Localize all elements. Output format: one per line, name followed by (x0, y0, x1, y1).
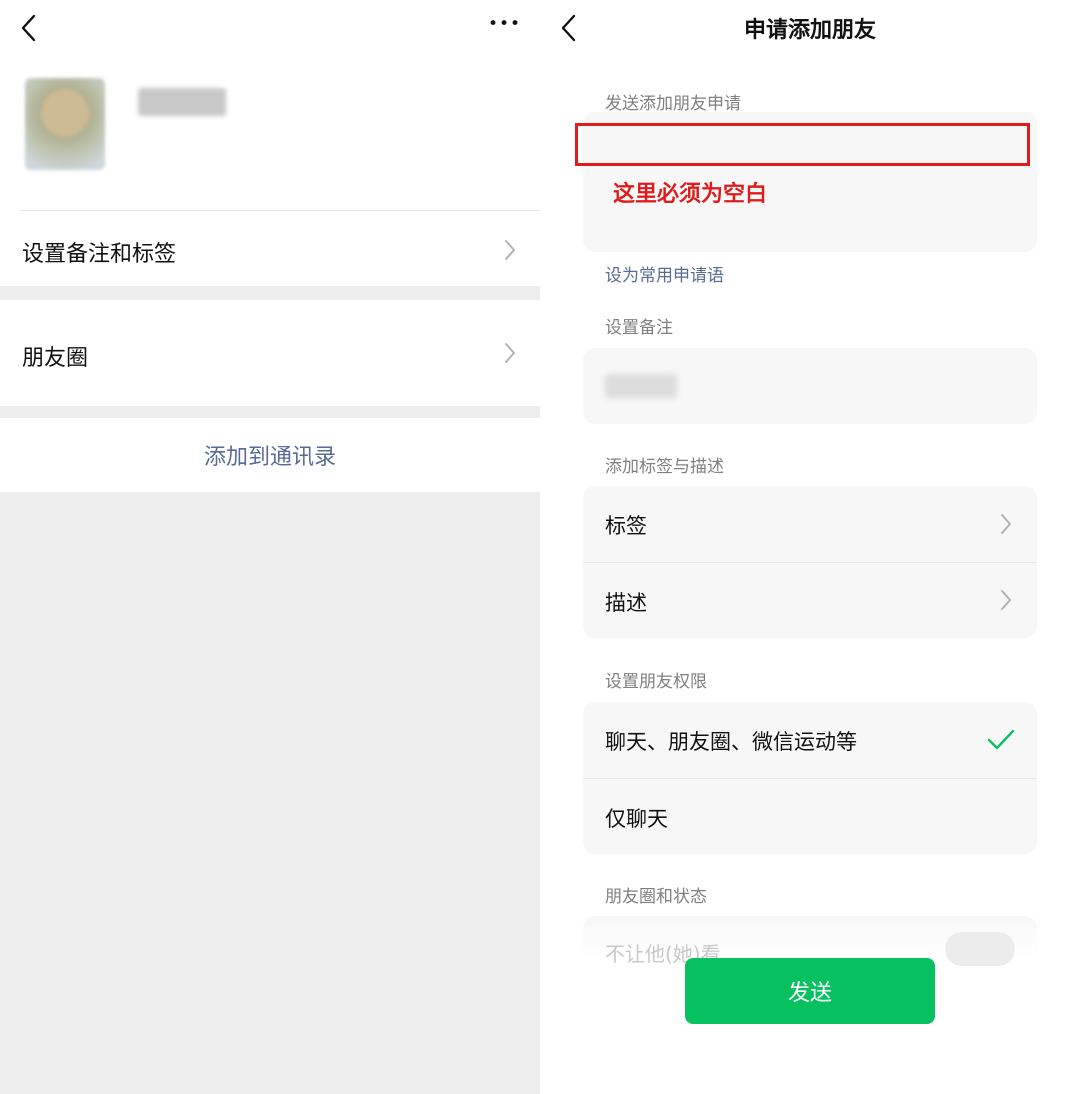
set-common-phrase-link[interactable]: 设为常用申请语 (605, 261, 724, 286)
description-label: 描述 (605, 591, 647, 615)
tags-section-label: 添加标签与描述 (605, 457, 724, 477)
permission-section-label: 设置朋友权限 (605, 672, 707, 692)
moments-label: 朋友圈 (22, 346, 89, 371)
annotation-text: 这里必须为空白 (613, 182, 768, 207)
request-section-label: 发送添加朋友申请 (605, 94, 741, 114)
page-title: 申请添加朋友 (743, 18, 876, 43)
contact-profile-panel: ••• 设置备注和标签 朋友圈 添加到通讯录 (0, 0, 540, 1094)
permission-card: 聊天、朋友圈、微信运动等 仅聊天 (583, 702, 1037, 854)
remark-section-label: 设置备注 (605, 318, 673, 338)
permission-option-full[interactable]: 聊天、朋友圈、微信运动等 (583, 702, 1037, 778)
chevron-right-icon (1001, 590, 1011, 610)
back-icon[interactable] (14, 13, 44, 43)
tags-card: 标签 描述 (583, 486, 1037, 638)
moments-section-label: 朋友圈和状态 (605, 887, 707, 907)
more-icon[interactable]: ••• (488, 14, 521, 34)
add-to-contacts-button[interactable]: 添加到通讯录 (0, 418, 540, 492)
permission-option-chat-only-label: 仅聊天 (605, 807, 668, 831)
contact-name-blurred (138, 88, 226, 116)
tags-row[interactable]: 标签 (583, 486, 1037, 562)
remark-tag-row[interactable]: 设置备注和标签 (0, 212, 540, 286)
highlight-annotation-box (575, 123, 1030, 166)
hide-moments-toggle[interactable] (945, 932, 1015, 966)
checkmark-icon (987, 729, 1015, 750)
chevron-right-icon (1001, 514, 1011, 534)
chevron-right-icon (505, 343, 515, 363)
remark-value-blurred (605, 374, 677, 398)
avatar[interactable] (25, 78, 105, 170)
moments-row[interactable]: 朋友圈 (0, 300, 540, 406)
chevron-right-icon (505, 240, 515, 260)
divider (20, 210, 540, 211)
remark-tag-label: 设置备注和标签 (22, 242, 177, 267)
send-button[interactable]: 发送 (685, 958, 935, 1024)
tags-label: 标签 (605, 514, 647, 538)
friend-request-panel: 申请添加朋友 发送添加朋友申请 这里必须为空白 设为常用申请语 设置备注 添加标… (540, 0, 1080, 1094)
remark-input[interactable] (583, 348, 1037, 424)
permission-option-full-label: 聊天、朋友圈、微信运动等 (605, 730, 857, 754)
permission-option-chat-only[interactable]: 仅聊天 (583, 779, 1037, 854)
description-row[interactable]: 描述 (583, 563, 1037, 638)
